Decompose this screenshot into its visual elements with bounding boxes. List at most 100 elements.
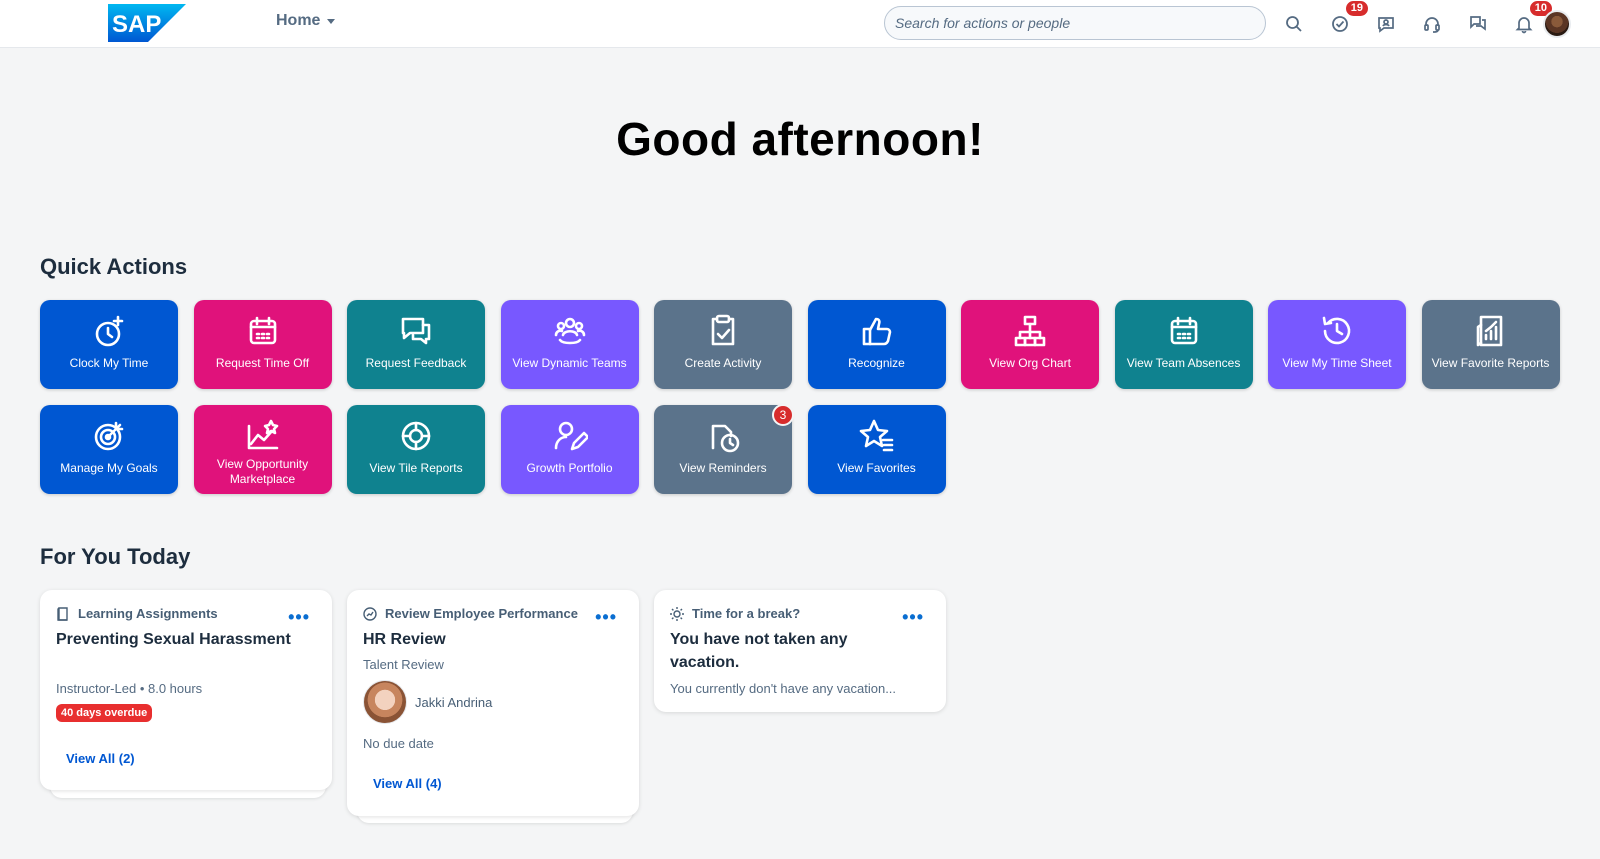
quick-action-label: Request Time Off <box>215 356 310 370</box>
quick-action-label: View Org Chart <box>989 356 1071 370</box>
book-icon <box>57 606 68 621</box>
chat-button[interactable] <box>1372 10 1400 38</box>
card-title: You have not taken any vacation. <box>670 631 848 671</box>
quick-action-label: Clock My Time <box>69 356 149 370</box>
quick-action-tile[interactable]: View Org Chart <box>961 300 1099 389</box>
target-icon <box>90 417 128 455</box>
quick-action-label: Request Feedback <box>365 356 467 370</box>
search-icon <box>1286 16 1302 32</box>
performance-card[interactable]: Review Employee Performance ••• HR Revie… <box>347 590 639 816</box>
quick-action-tile[interactable]: View Reminders 3 <box>654 404 794 494</box>
card-header: Time for a break? <box>670 606 800 621</box>
feedback-icon <box>1470 16 1486 31</box>
quick-action-label: View Reminders <box>679 461 767 475</box>
bell-icon <box>1515 17 1533 34</box>
card-meta: Instructor-Led • 8.0 hours <box>56 681 203 696</box>
learning-card[interactable]: Learning Assignments ••• Preventing Sexu… <box>40 590 332 790</box>
quick-action-tile[interactable]: View Favorite Reports <box>1421 300 1560 389</box>
svg-text:SAP: SAP <box>112 11 161 38</box>
quick-action-tile[interactable]: Request Time Off <box>193 300 332 389</box>
check-circle-icon <box>1332 16 1348 32</box>
search-input[interactable] <box>884 6 1266 40</box>
quick-action-tile[interactable]: View Tile Reports <box>347 405 485 494</box>
notifications-button[interactable]: 10 <box>1510 1 1552 38</box>
chart-donut-icon <box>397 417 435 455</box>
calendar-icon <box>244 312 282 350</box>
more-options-button[interactable]: ••• <box>902 608 924 626</box>
favorite-list-icon <box>858 417 896 455</box>
card-category: Time for a break? <box>692 606 801 621</box>
todo-button[interactable]: 19 <box>1326 1 1368 38</box>
vacation-card[interactable]: Time for a break? ••• You have not taken… <box>654 590 946 712</box>
person-name: Jakki Andrina <box>415 695 493 710</box>
card-title: Preventing Sexual Harassment <box>56 631 291 648</box>
shell-bar: SAP Home 19 10 <box>0 0 1600 48</box>
greeting-heading: Good afternoon! <box>616 113 984 165</box>
support-button[interactable] <box>1418 10 1446 38</box>
chat-person-icon <box>1378 17 1394 33</box>
quick-action-label: View Tile Reports <box>369 461 463 475</box>
quick-action-tile[interactable]: Manage My Goals <box>40 405 178 494</box>
card-header: Review Employee Performance <box>363 606 578 621</box>
todo-badge: 19 <box>1345 1 1368 16</box>
quick-action-tile[interactable]: View Favorites <box>807 405 946 494</box>
home-menu-label: Home <box>276 12 321 29</box>
quick-action-tile[interactable]: View Team Absences <box>1114 300 1253 389</box>
more-options-button[interactable]: ••• <box>288 608 310 626</box>
quick-action-label: View My Time Sheet <box>1282 356 1392 370</box>
home-menu[interactable]: Home <box>276 12 336 30</box>
quick-action-tile[interactable]: Clock My Time <box>40 300 178 389</box>
card-meta: Talent Review <box>363 657 444 672</box>
for-you-today-title: For You Today <box>40 544 191 569</box>
report-icon <box>1472 312 1510 350</box>
quick-action-label: Growth Portfolio <box>526 461 613 475</box>
team-icon <box>551 312 589 350</box>
clipboard-check-icon <box>704 312 742 350</box>
reminder-count-badge: 3 <box>772 404 794 426</box>
quick-action-tile[interactable]: View My Time Sheet <box>1268 300 1406 389</box>
quick-action-label: Manage My Goals <box>60 461 158 475</box>
quick-action-tile[interactable]: Create Activity <box>654 300 792 389</box>
headset-icon <box>1424 17 1440 33</box>
card-meta: You currently don't have any vacation... <box>670 681 897 696</box>
quick-actions-title: Quick Actions <box>40 254 188 279</box>
caret-down-icon <box>327 19 336 24</box>
reminder-icon <box>704 417 742 455</box>
card-category: Review Employee Performance <box>385 606 578 621</box>
quick-action-label: Recognize <box>848 356 905 370</box>
sun-icon <box>670 606 684 621</box>
quick-action-label: Create Activity <box>684 356 762 370</box>
feedback-icon <box>397 312 435 350</box>
opportunity-icon <box>244 417 282 455</box>
quick-action-label: View Dynamic Teams <box>512 356 627 370</box>
history-icon <box>1318 312 1356 350</box>
user-avatar[interactable] <box>1543 10 1571 38</box>
overdue-badge: 40 days overdue <box>56 704 153 722</box>
performance-icon <box>363 606 377 621</box>
thumbs-up-icon <box>858 312 896 350</box>
quick-action-label: View Team Absences <box>1126 356 1241 370</box>
feedback-button[interactable] <box>1464 10 1492 38</box>
person-avatar <box>363 680 407 724</box>
sap-logo[interactable]: SAP <box>108 4 186 42</box>
more-options-button[interactable]: ••• <box>595 608 617 626</box>
quick-action-label: View Favorite Reports <box>1431 356 1550 370</box>
calendar-icon <box>1165 312 1203 350</box>
org-chart-icon <box>1011 312 1049 350</box>
card-title: HR Review <box>363 631 446 648</box>
quick-action-tile[interactable]: Recognize <box>807 300 946 389</box>
quick-action-tile[interactable]: Request Feedback <box>347 300 485 389</box>
person-edit-icon <box>551 417 589 455</box>
search-button[interactable] <box>1280 10 1308 38</box>
quick-action-tile[interactable]: View Opportunity Marketplace <box>193 405 332 494</box>
due-date: No due date <box>363 736 434 751</box>
quick-action-label: View Opportunity Marketplace <box>216 457 309 486</box>
quick-action-tile[interactable]: View Dynamic Teams <box>500 300 639 389</box>
view-all-link[interactable]: View All (4) <box>373 776 442 791</box>
view-all-link[interactable]: View All (2) <box>66 751 135 766</box>
card-header: Learning Assignments <box>56 606 218 621</box>
quick-action-label: View Favorites <box>837 461 916 475</box>
clock-add-icon <box>90 312 128 350</box>
quick-action-tile[interactable]: Growth Portfolio <box>500 405 639 494</box>
card-category: Learning Assignments <box>78 606 218 621</box>
